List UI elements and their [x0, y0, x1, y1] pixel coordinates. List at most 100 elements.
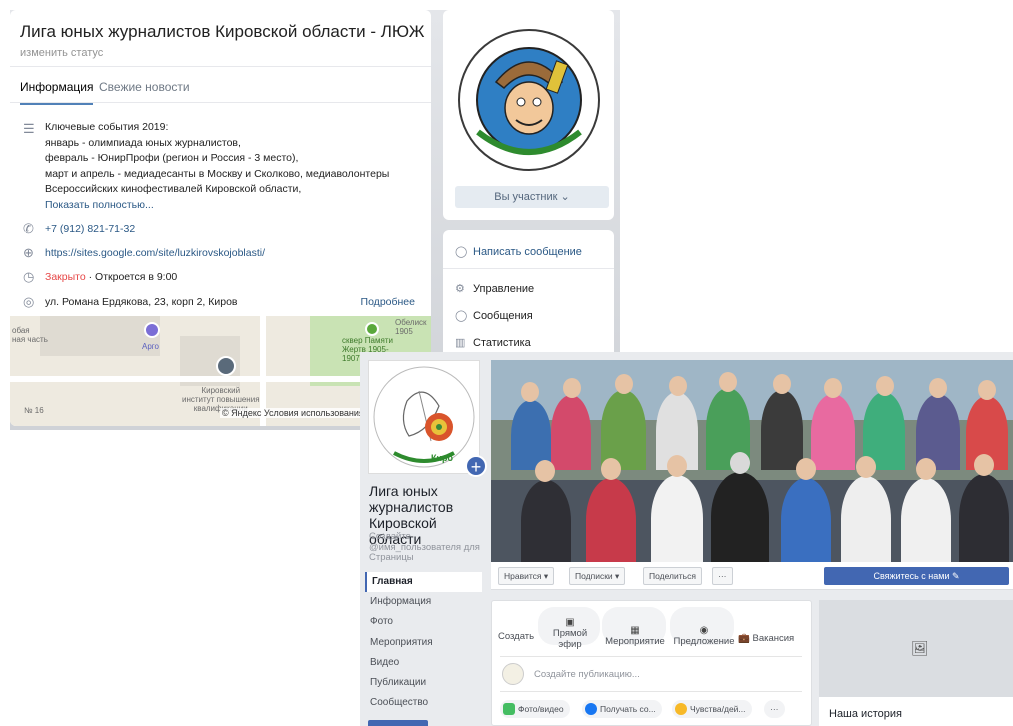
cover-face [978, 380, 996, 400]
briefcase-icon: 💼 [738, 633, 750, 644]
post-type-label: Предложение [673, 636, 735, 647]
cover-face [824, 378, 842, 398]
messages-button[interactable]: ◯ Сообщения [455, 309, 533, 322]
share-button[interactable]: Поделиться [643, 567, 702, 585]
tab-news[interactable]: Свежие новости [99, 80, 190, 94]
create-username-link[interactable]: Создайте @имя_пользователя для Страницы [369, 531, 487, 564]
smiley-icon [675, 703, 687, 715]
cover-face [929, 378, 947, 398]
gear-icon: ⚙ [455, 283, 465, 295]
map-copyright[interactable]: © Яндекс Условия использования [220, 408, 366, 418]
post-type-event[interactable]: ▦ Мероприятие [604, 625, 666, 647]
cover-face [667, 455, 687, 477]
nav-community[interactable]: Сообщество [365, 693, 482, 713]
nav-photos[interactable]: Фото [365, 612, 482, 632]
cover-face [856, 456, 876, 478]
post-type-offer[interactable]: ◉ Предложение [672, 625, 736, 647]
map-poi-icon [365, 322, 379, 336]
phone-icon: ✆ [23, 221, 34, 236]
our-story-title: Наша история [829, 708, 902, 720]
chat-bubble-icon: ◯ [455, 246, 468, 258]
globe-icon: ⊕ [23, 245, 34, 260]
show-more-link[interactable]: Показать полностью... [45, 198, 425, 214]
nav-posts[interactable]: Публикации [365, 673, 482, 693]
post-type-label: Мероприятие [605, 636, 665, 647]
feelings-chip[interactable]: Чувства/дей... [672, 700, 752, 718]
hours-status: Закрыто · Откроется в 9:00 [45, 271, 177, 283]
more-chip[interactable]: ··· [764, 700, 785, 718]
cover-person [841, 476, 891, 562]
statistics-button[interactable]: ▥ Статистика [455, 336, 531, 349]
cover-person [901, 478, 951, 562]
description-icon: ☰ [23, 121, 35, 136]
add-photo-icon[interactable]: + [465, 455, 487, 477]
screenshot-collage: Лига юных журналистов Кировской области … [0, 0, 1013, 726]
contact-us-button[interactable]: Свяжитесь с нами ✎ [824, 567, 1009, 585]
get-messages-chip[interactable]: Получать со... [582, 700, 662, 718]
nav-home[interactable]: Главная [365, 572, 482, 592]
description-line: февраль - ЮнирПрофи (регион и Россия - 3… [45, 152, 299, 164]
cover-person [711, 472, 769, 562]
add-image-icon[interactable]: 🖼 [911, 640, 929, 657]
clock-icon: ◷ [23, 269, 35, 284]
cover-face [563, 378, 581, 398]
cover-photo[interactable] [491, 360, 1013, 562]
divider [10, 102, 431, 103]
map-label: № 16 [24, 406, 44, 415]
cover-face [615, 374, 633, 394]
divider [10, 66, 431, 67]
vk-actions-card: ◯ Написать сообщение ⚙ Управление ◯ Сообщен… [443, 230, 614, 360]
cover-face [916, 458, 936, 480]
map-label: Арго [142, 342, 159, 351]
cover-person [781, 478, 831, 562]
follow-button[interactable]: Подписки ▾ [569, 567, 626, 585]
nav-events[interactable]: Мероприятия [365, 633, 482, 653]
cover-face [974, 454, 994, 476]
messenger-icon [585, 703, 597, 715]
create-post-card: Создать ▣ Прямой эфир ▦ Мероприятие ◉ Предл… [491, 600, 812, 726]
address-text: ул. Романа Ердякова, 23, корп 2, Киров [45, 296, 238, 308]
phone-link[interactable]: +7 (912) 821-71-32 [45, 223, 135, 235]
post-type-create[interactable]: Создать [498, 631, 534, 642]
cover-face [730, 452, 750, 474]
post-type-job[interactable]: 💼 Вакансия [738, 633, 794, 644]
like-button[interactable]: Нравится ▾ [498, 567, 555, 585]
chip-label: Фото/видео [518, 704, 564, 714]
map-pin-icon[interactable] [216, 356, 236, 376]
action-label: Сообщения [473, 310, 533, 322]
cover-person [959, 474, 1009, 562]
closed-label: Закрыто [45, 271, 86, 283]
opens-label: · Откроется в 9:00 [88, 271, 178, 283]
create-button-edge[interactable] [368, 720, 428, 726]
map-poi-icon [144, 322, 160, 338]
write-message-button[interactable]: ◯ Написать сообщение [455, 245, 582, 258]
cover-face [669, 376, 687, 396]
cover-person [521, 480, 571, 562]
action-label: Написать сообщение [473, 246, 582, 258]
member-button[interactable]: Вы участник ⌄ [455, 186, 609, 208]
bar-chart-icon: ▥ [455, 337, 466, 349]
more-button[interactable]: ··· [712, 567, 733, 585]
vk-avatar-card: Вы участник ⌄ [443, 10, 614, 220]
description-line: март и апрель - медиадесанты в Москву и … [45, 167, 390, 180]
map-label: Обелиск 1905 [395, 318, 427, 336]
change-status-link[interactable]: изменить статус [20, 47, 103, 59]
manage-button[interactable]: ⚙ Управление [455, 282, 534, 295]
description-line: январь - олимпиада юных журналистов, [45, 136, 241, 149]
post-type-live[interactable]: ▣ Прямой эфир [544, 617, 596, 650]
details-link[interactable]: Подробнее [361, 296, 415, 308]
description-line: Ключевые события 2019: [45, 121, 169, 133]
website-link[interactable]: https://sites.google.com/site/luzkirovsk… [45, 247, 265, 259]
cover-face [876, 376, 894, 396]
tag-icon: ◉ [699, 625, 709, 636]
calendar-icon: ▦ [630, 625, 640, 636]
page-avatar[interactable]: Киро + [368, 360, 487, 477]
nav-videos[interactable]: Видео [365, 653, 482, 673]
page-logo-icon: Киро [373, 366, 475, 468]
page-title: Лига юных журналистов Кировской области … [20, 22, 425, 41]
nav-info[interactable]: Информация [365, 592, 482, 612]
compose-box[interactable]: Создайте публикацию... [500, 656, 802, 692]
post-type-label: Вакансия [752, 633, 795, 644]
chip-label: Чувства/дей... [690, 704, 746, 714]
photo-video-chip[interactable]: Фото/видео [500, 700, 570, 718]
